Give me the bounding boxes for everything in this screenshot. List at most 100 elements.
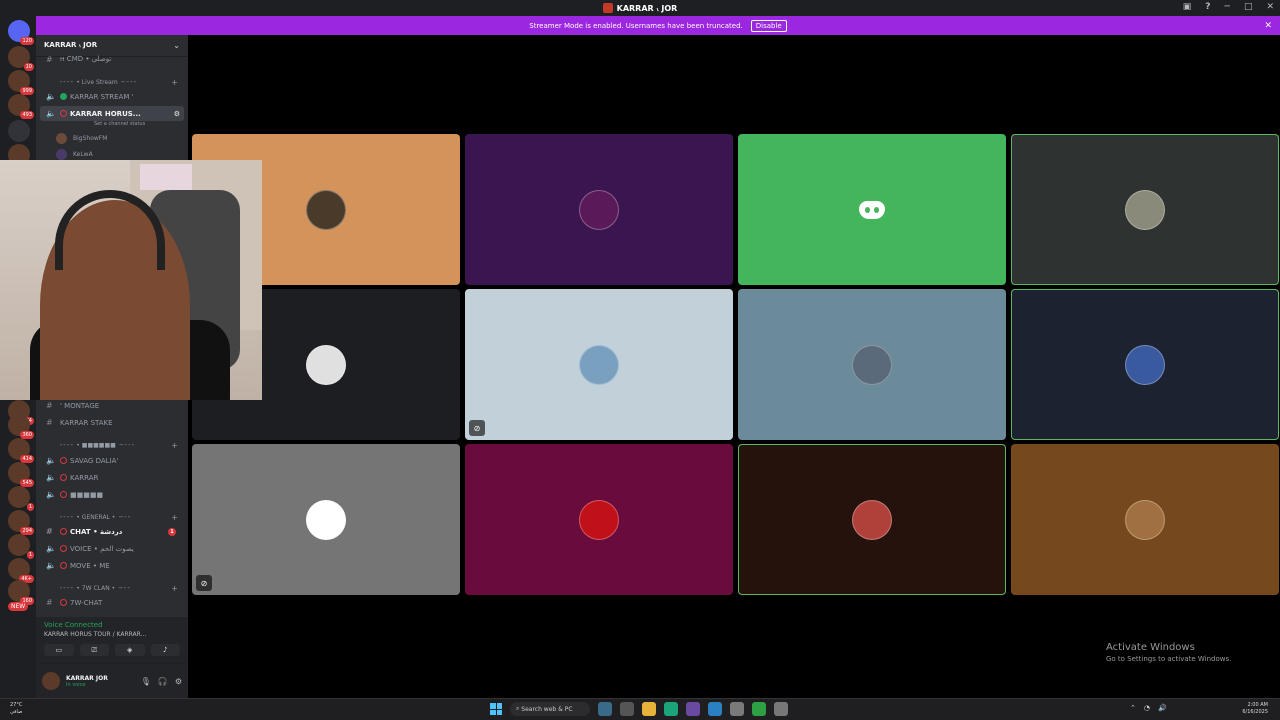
channel-montage[interactable]: # ' MONTAGE [40, 398, 184, 413]
volume-icon[interactable]: 🔊 [1158, 704, 1167, 712]
plus-icon[interactable]: + [171, 513, 178, 522]
edge-icon[interactable] [664, 702, 678, 716]
status-dot-icon [60, 491, 67, 498]
category-2[interactable]: ╴╴╴╴ • ■■■■■■ ╶╴╴╴╴ + [36, 439, 188, 451]
server-icon[interactable]: 4K+ [8, 558, 34, 583]
minimize-button[interactable]: ─ [1225, 2, 1230, 12]
folder-icon[interactable] [8, 120, 30, 142]
soundboard-icon[interactable]: ♪ [150, 644, 180, 656]
server-icon[interactable]: 1 [8, 534, 34, 559]
status-dot-icon [60, 599, 67, 606]
participant-tile[interactable] [1011, 289, 1279, 440]
speaker-icon: 🔈 [46, 561, 56, 570]
gear-icon[interactable]: ⚙ [175, 677, 182, 686]
plus-icon[interactable]: + [171, 584, 178, 593]
plus-icon[interactable]: + [171, 441, 178, 450]
participant-tile[interactable] [738, 444, 1006, 595]
server-icon[interactable]: 294 [8, 510, 34, 535]
window-title: KARRAR ៶ JOR [616, 3, 678, 13]
camera-icon[interactable]: ▭ [44, 644, 74, 656]
taskbar: 27°C صافي ⌕ Search web & PC ⌃ ◔ 🔊 2:00 A… [0, 698, 1280, 720]
avatar[interactable] [42, 672, 60, 690]
channel-status-text[interactable]: Set a channel status [94, 121, 145, 127]
hash-icon: # [46, 54, 53, 64]
live-dot-icon [60, 93, 67, 100]
server-icon[interactable]: 493 [8, 94, 34, 119]
widgets-icon[interactable] [598, 702, 612, 716]
speaker-icon: 🔈 [46, 490, 56, 499]
channel-voice[interactable]: 🔈 VOICE • يصوت الحم [40, 541, 184, 556]
settings-icon[interactable]: ⚙ [174, 110, 180, 118]
taskview-icon[interactable] [620, 702, 634, 716]
voice-user[interactable]: KeLwA [56, 147, 93, 161]
plus-icon[interactable]: + [171, 78, 178, 87]
clock[interactable]: 2:00 AM 6/16/2025 [1242, 702, 1268, 716]
settings-app-icon[interactable] [774, 702, 788, 716]
avatar [306, 189, 346, 230]
microphone-icon[interactable]: 🎙 [141, 677, 151, 686]
avatar [852, 499, 892, 540]
voice-user[interactable]: BigShowFM [56, 131, 107, 145]
app-icon[interactable] [730, 702, 744, 716]
maximize-button[interactable]: □ [1244, 2, 1253, 12]
headphones-icon[interactable]: 🎧 [158, 677, 168, 686]
participant-tile[interactable] [1011, 444, 1279, 595]
inbox-icon[interactable]: ▣ [1183, 2, 1192, 12]
username: KARRAR JOR [66, 674, 108, 682]
status-dot-icon [60, 562, 67, 569]
participant-tile[interactable] [738, 134, 1006, 285]
windows-start-icon[interactable] [490, 703, 502, 715]
participant-tile[interactable] [465, 444, 733, 595]
participant-tile[interactable] [1011, 134, 1279, 285]
app-icon[interactable] [686, 702, 700, 716]
weather-widget[interactable]: 27°C صافي [10, 702, 22, 716]
file-explorer-icon[interactable] [642, 702, 656, 716]
status-dot-icon [60, 528, 67, 535]
channel-chat[interactable]: # CHAT • دردشة 1 [40, 524, 184, 539]
participant-tile[interactable] [465, 134, 733, 285]
channel-karrar[interactable]: 🔈 KARRAR [40, 470, 184, 485]
category-live-stream[interactable]: ╴╴╴╴ • Live Stream ╶╴╴╴╴ + [36, 76, 188, 88]
server-icon[interactable]: 10 [8, 46, 34, 71]
server-icon[interactable]: 360 [8, 414, 34, 439]
disable-button[interactable]: Disable [750, 19, 787, 32]
channel-karrar-horus[interactable]: 🔈 KARRAR HORUS... ⚙ [40, 106, 184, 121]
category-7w-clan[interactable]: ╴╴╴╴ • 7W CLAN • ╶╴╴╴ + [36, 582, 188, 594]
server-icon[interactable]: 999 [8, 70, 34, 95]
participant-tile[interactable] [738, 289, 1006, 440]
home-icon[interactable]: 120 [8, 20, 34, 45]
server-icon[interactable]: 160 [8, 580, 34, 605]
participant-tile[interactable]: ⊘ [192, 444, 460, 595]
channel-move[interactable]: 🔈 MOVE • ME [40, 558, 184, 573]
participant-tile[interactable]: ⊘ [465, 289, 733, 440]
server-icon[interactable]: 414 [8, 438, 34, 463]
chevron-down-icon: ⌄ [173, 41, 180, 50]
channel-cmd[interactable]: # ʜ CMD • توصلی [40, 53, 184, 65]
app-icon[interactable] [752, 702, 766, 716]
network-icon[interactable]: ◔ [1144, 704, 1150, 712]
channel-savag[interactable]: 🔈 SAVAG DALIA' [40, 453, 184, 468]
channel-blocks[interactable]: 🔈 ■■■■■ [40, 487, 184, 502]
server-icon[interactable]: 545 [8, 462, 34, 487]
channel-7w-chat[interactable]: #7W-CHAT [40, 595, 184, 610]
category-general[interactable]: ╴╴╴╴ • GENERAL • ╶╴╴╴ + [36, 511, 188, 523]
app-logo-icon [602, 3, 613, 13]
user-panel: KARRAR JOR In voice 🎙 🎧 ⚙ [36, 663, 188, 698]
chevron-up-icon[interactable]: ⌃ [1130, 704, 1136, 712]
avatar [852, 344, 892, 385]
help-icon[interactable]: ? [1205, 2, 1210, 12]
close-banner-icon[interactable]: ✕ [1264, 21, 1272, 31]
channel-karrar-stake[interactable]: # KARRAR STAKE [40, 415, 184, 430]
screen-share-icon[interactable]: ⎚ [79, 644, 109, 656]
hash-icon: # [46, 598, 53, 607]
speaker-icon: 🔈 [46, 544, 56, 553]
close-window-button[interactable]: ✕ [1266, 2, 1274, 12]
avatar [1125, 344, 1165, 385]
voice-channel-name[interactable]: KARRAR HORUS TOUR / KARRAR... [44, 631, 180, 638]
activity-icon[interactable]: ◈ [115, 644, 145, 656]
app-icon[interactable] [708, 702, 722, 716]
channel-karrar-stream[interactable]: 🔈 KARRAR STREAM ' [40, 89, 184, 104]
server-icon[interactable]: 1 [8, 486, 34, 511]
unread-badge: 1 [168, 527, 176, 536]
taskbar-search[interactable]: ⌕ Search web & PC [510, 702, 590, 716]
